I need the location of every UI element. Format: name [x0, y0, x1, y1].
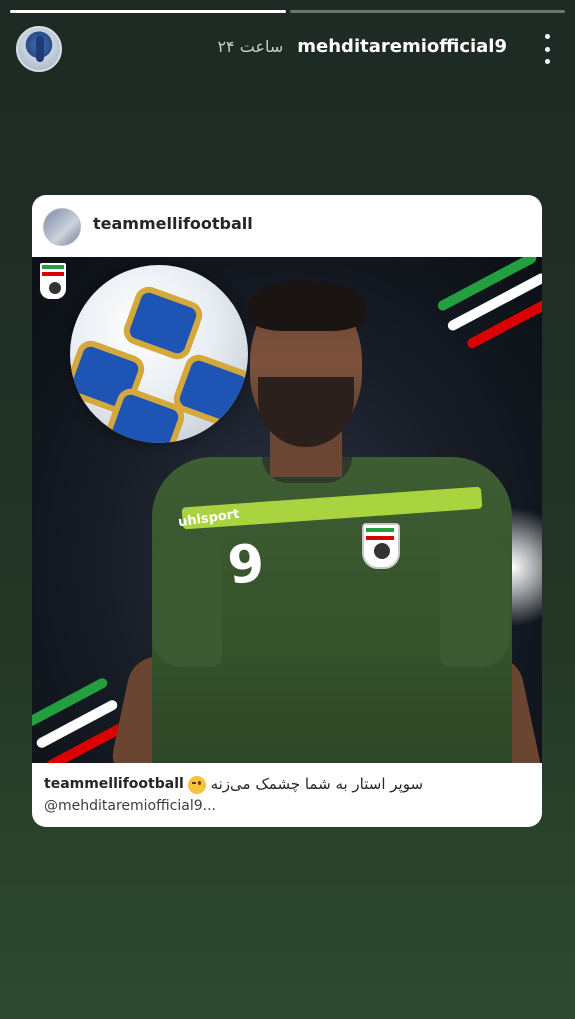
player-hair: [248, 281, 366, 331]
story-progress-segment: [289, 10, 565, 13]
shirt-number: 9: [224, 533, 268, 597]
caption-text: سوپر استار به شما چشمک می‌زنه: [187, 775, 424, 794]
football-icon: [70, 265, 248, 443]
post-header: teammellifootball: [32, 195, 542, 257]
post-caption[interactable]: teammellifootball سوپر استار به شما چشمک…: [44, 775, 530, 814]
more-vertical-icon[interactable]: [535, 34, 559, 64]
post-avatar[interactable]: [43, 208, 81, 246]
player-sleeve: [152, 537, 222, 667]
flag-stripe-green: [32, 676, 110, 728]
wink-face-icon: [187, 775, 206, 794]
federation-logo-icon: [40, 263, 66, 299]
story-header-text: ۲۴ ساعت mehditaremiofficial9: [217, 36, 507, 57]
jersey-badge-icon: [362, 523, 400, 569]
avatar[interactable]: [16, 26, 62, 72]
story-progress-bar: [10, 10, 565, 13]
player-sleeve: [440, 537, 510, 667]
story-time: ۲۴ ساعت: [217, 37, 284, 56]
story-header: ۲۴ ساعت mehditaremiofficial9: [16, 26, 559, 72]
story-progress-segment: [10, 10, 286, 13]
post-username[interactable]: teammellifootball: [93, 214, 253, 233]
post-image[interactable]: uhlsport 9: [32, 257, 542, 763]
caption-line: teammellifootball سوپر استار به شما چشمک…: [44, 775, 530, 794]
caption-mention[interactable]: @mehditaremiofficial9...: [44, 798, 530, 814]
shared-post-card[interactable]: teammellifootball uhlsport 9 teammellifo…: [32, 195, 542, 827]
caption-body: سوپر استار به شما چشمک می‌زنه: [210, 775, 424, 793]
story-username[interactable]: mehditaremiofficial9: [297, 36, 507, 57]
caption-username[interactable]: teammellifootball: [44, 776, 184, 792]
